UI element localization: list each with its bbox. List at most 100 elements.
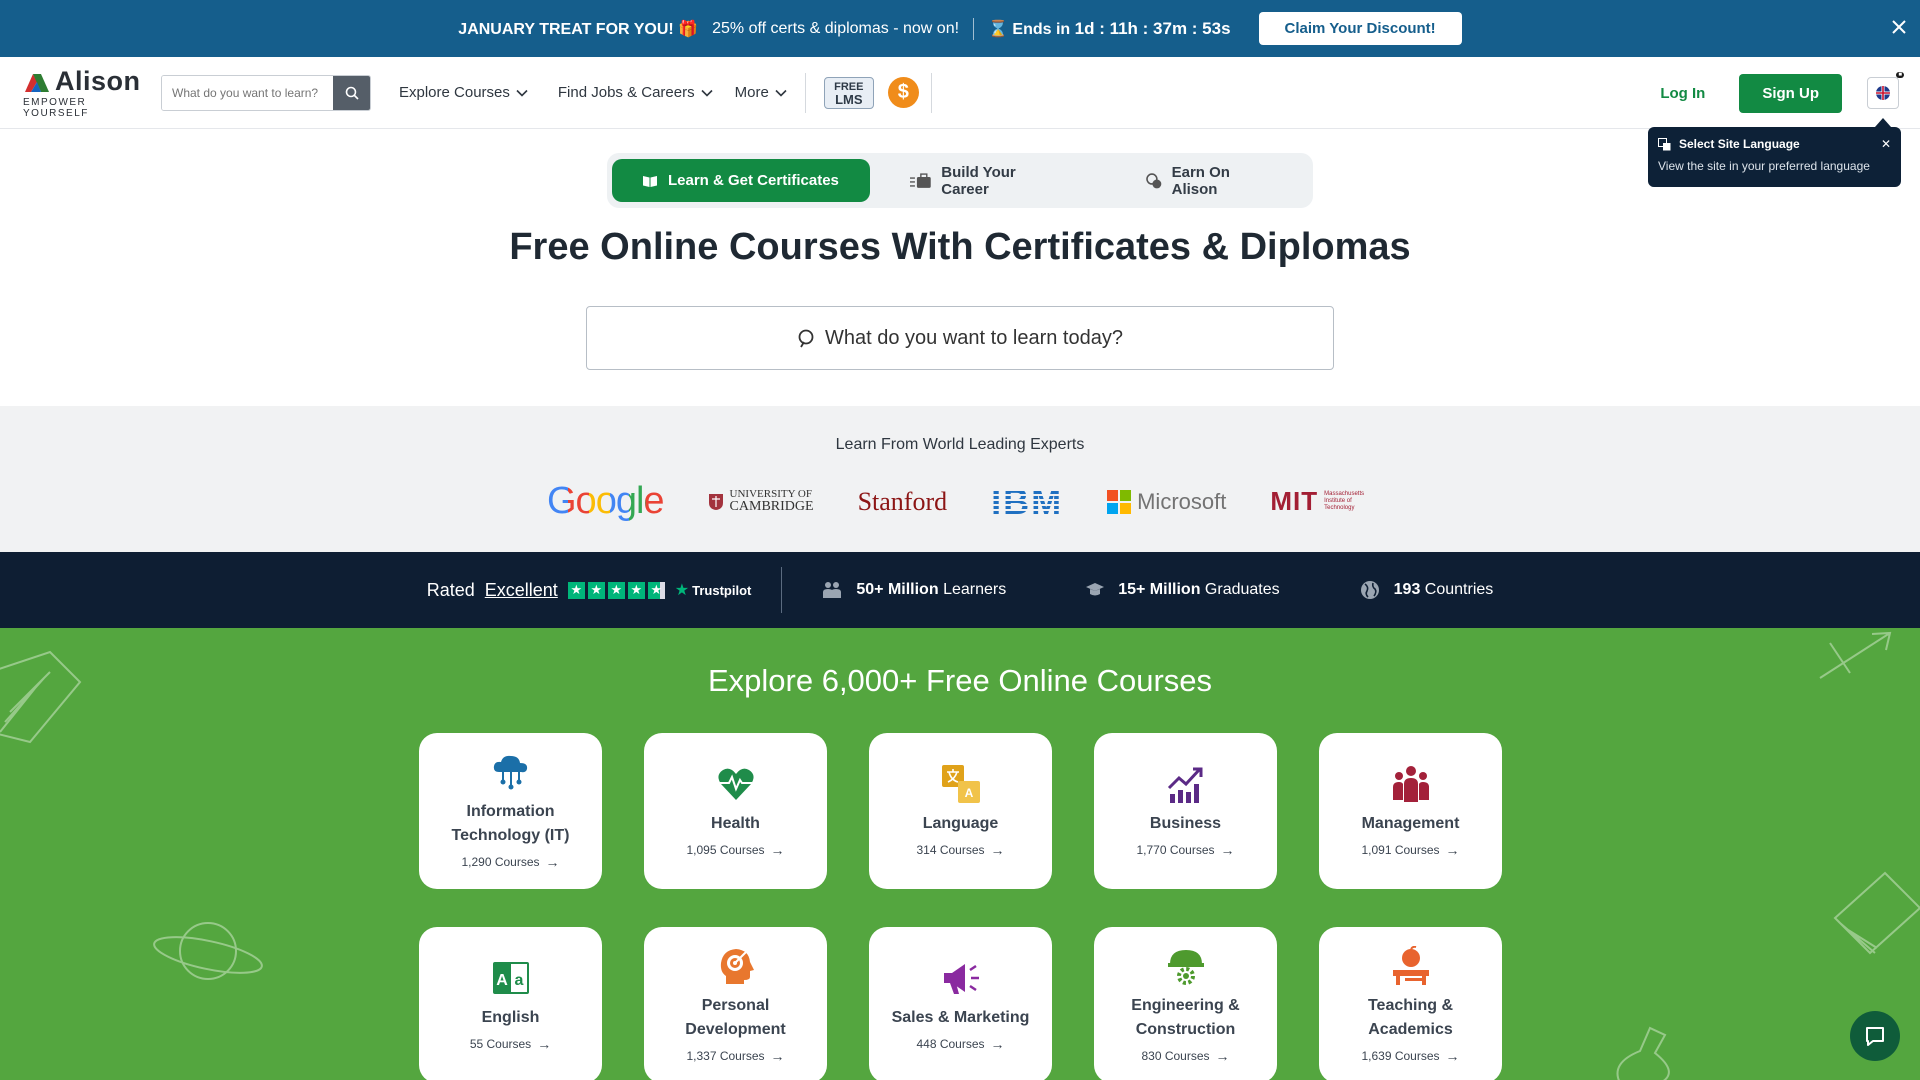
- cambridge-logo: UNIVERSITY OF CAMBRIDGE: [708, 489, 814, 514]
- tab-earn-on-alison[interactable]: Earn On Alison: [1116, 159, 1308, 202]
- stat-graduates-label: Graduates: [1204, 581, 1280, 598]
- rating-stars: ★ ★ ★ ★ ★: [567, 581, 665, 599]
- signup-button[interactable]: Sign Up: [1739, 73, 1842, 113]
- menu-label: Explore Courses: [399, 84, 510, 101]
- alison-logo-mark-icon: [25, 73, 49, 92]
- category-card-engineering-construction[interactable]: Engineering & Construction 830 Courses →: [1094, 927, 1277, 1080]
- language-popup-subtitle: View the site in your preferred language: [1658, 159, 1870, 173]
- open-book-icon: [643, 175, 657, 187]
- category-name: Management: [1361, 815, 1460, 832]
- explore-section: Explore 6,000+ Free Online Courses Infor…: [0, 628, 1920, 1080]
- earn-coins-icon: [1146, 172, 1162, 188]
- trustpilot-rating[interactable]: Rated Excellent ★ ★ ★ ★ ★ ★ Trustpilot: [427, 580, 752, 601]
- page-title: Free Online Courses With Certificates & …: [509, 226, 1411, 268]
- login-link[interactable]: Log In: [1660, 85, 1705, 102]
- logo-name: Alison: [55, 66, 141, 96]
- menu-explore-courses[interactable]: Explore Courses: [399, 84, 528, 101]
- category-name: Engineering & Construction: [1131, 997, 1240, 1038]
- svg-text:a: a: [514, 972, 523, 989]
- tab-learn-certificates[interactable]: Learn & Get Certificates: [612, 159, 870, 202]
- explore-title: Explore 6,000+ Free Online Courses: [707, 663, 1213, 698]
- category-count: 1,290 Courses →: [461, 854, 559, 870]
- english-book-icon: Aa: [492, 962, 529, 994]
- translate-icon: [1658, 137, 1671, 150]
- promo-treat: JANUARY TREAT FOR YOU! 🎁: [458, 20, 699, 38]
- stat-learners-label: Learners: [943, 581, 1007, 598]
- stat-countries-label: Countries: [1424, 581, 1494, 598]
- claim-discount-button[interactable]: Claim Your Discount!: [1258, 12, 1462, 45]
- trustpilot-wordmark: Trustpilot: [692, 582, 752, 598]
- planet-doodle-icon: [153, 922, 263, 980]
- partners-section: Learn From World Leading Experts Google …: [0, 406, 1920, 552]
- rated-label: Rated: [426, 579, 475, 600]
- close-icon[interactable]: ✕: [1881, 137, 1891, 151]
- microsoft-logo: Microsoft: [1107, 489, 1226, 515]
- logo-tagline: EMPOWER YOURSELF: [23, 97, 89, 119]
- category-card-teaching-academics[interactable]: Teaching & Academics 1,639 Courses →: [1319, 927, 1502, 1080]
- nav-search-input[interactable]: [162, 75, 333, 110]
- tab-build-career[interactable]: Build Your Career: [880, 159, 1096, 202]
- category-count-text: 1,337 Courses: [686, 1049, 765, 1063]
- heart-pulse-icon: [717, 768, 754, 800]
- svg-text:A: A: [496, 972, 508, 989]
- category-count-text: 1,290 Courses: [461, 855, 540, 869]
- arrow-right-icon: →: [770, 1048, 785, 1064]
- cambridge-crest-icon: [708, 493, 723, 510]
- language-popup: Select Site Language View the site in yo…: [1648, 118, 1901, 187]
- chat-button[interactable]: [1850, 1011, 1900, 1061]
- language-selector[interactable]: ■: [1867, 72, 1904, 109]
- nav-search-button[interactable]: [333, 75, 370, 110]
- megaphone-icon: [943, 964, 979, 994]
- close-icon[interactable]: [1888, 16, 1910, 38]
- category-count-text: 314 Courses: [916, 843, 985, 857]
- category-name: Teaching & Academics: [1367, 997, 1454, 1038]
- category-card-english[interactable]: Aa English 55 Courses →: [419, 927, 602, 1080]
- category-count: 1,091 Courses →: [1361, 842, 1459, 858]
- stat-learners: 50+ Million Learners: [822, 581, 1006, 599]
- book-doodle-icon: [1833, 871, 1920, 955]
- category-name: Language: [922, 815, 999, 832]
- tab-label: Build Your Career: [941, 163, 1016, 198]
- hourglass-icon: ⌛: [988, 20, 1008, 38]
- promo-ends-prefix: Ends in: [1012, 20, 1071, 38]
- category-card-management[interactable]: Management 1,091 Courses →: [1319, 733, 1502, 889]
- lms-line1: FREE: [834, 80, 864, 93]
- hero-search-input[interactable]: What do you want to learn today?: [586, 306, 1334, 370]
- menu-find-jobs[interactable]: Find Jobs & Careers: [558, 84, 713, 101]
- search-icon: [798, 329, 814, 348]
- nav-divider: [804, 72, 806, 113]
- category-count-text: 1,770 Courses: [1136, 843, 1215, 857]
- stanford-logo: Stanford: [857, 486, 948, 516]
- chevron-down-icon: [701, 89, 713, 97]
- free-lms-button[interactable]: FREE LMS: [823, 76, 874, 109]
- ibm-logo: IBM: [991, 480, 1064, 522]
- graduation-cap-icon: [1086, 583, 1105, 596]
- nav-divider: [930, 72, 932, 113]
- nav-search: [161, 74, 371, 111]
- stat-learners-number: 50+ Million: [856, 581, 939, 598]
- lms-line2: LMS: [835, 91, 863, 107]
- category-card-business[interactable]: Business 1,770 Courses →: [1094, 733, 1277, 889]
- category-card-personal-development[interactable]: Personal Development 1,337 Courses →: [644, 927, 827, 1080]
- stats-band: Rated Excellent ★ ★ ★ ★ ★ ★ Trustpilot 5…: [0, 552, 1920, 628]
- category-card-health[interactable]: Health 1,095 Courses →: [644, 733, 827, 889]
- stat-graduates: 15+ Million Graduates: [1086, 581, 1280, 599]
- arrow-right-icon: →: [1215, 1048, 1230, 1064]
- cloud-network-icon: [493, 755, 527, 790]
- arrow-right-icon: →: [537, 1036, 552, 1052]
- category-name: English: [481, 1009, 540, 1026]
- nav-menu: Explore Courses Find Jobs & Careers More…: [399, 72, 932, 113]
- star-icon: ★: [647, 581, 665, 599]
- hero-search-placeholder: What do you want to learn today?: [825, 326, 1123, 349]
- stat-countries: 193 Countries: [1360, 580, 1494, 600]
- menu-more[interactable]: More: [735, 84, 787, 101]
- arrow-right-icon: →: [770, 842, 785, 858]
- category-count: 1,095 Courses →: [686, 842, 784, 858]
- chevron-down-icon: [775, 89, 787, 97]
- dollar-coin-icon[interactable]: $: [887, 77, 919, 108]
- category-card-it[interactable]: Information Technology (IT) 1,290 Course…: [419, 733, 602, 889]
- category-card-language[interactable]: A Language 314 Courses →: [869, 733, 1052, 889]
- alison-logo[interactable]: Alison EMPOWER YOURSELF: [23, 66, 141, 119]
- category-card-sales-marketing[interactable]: Sales & Marketing 448 Courses →: [869, 927, 1052, 1080]
- trustpilot-logo: ★ Trustpilot: [675, 580, 752, 600]
